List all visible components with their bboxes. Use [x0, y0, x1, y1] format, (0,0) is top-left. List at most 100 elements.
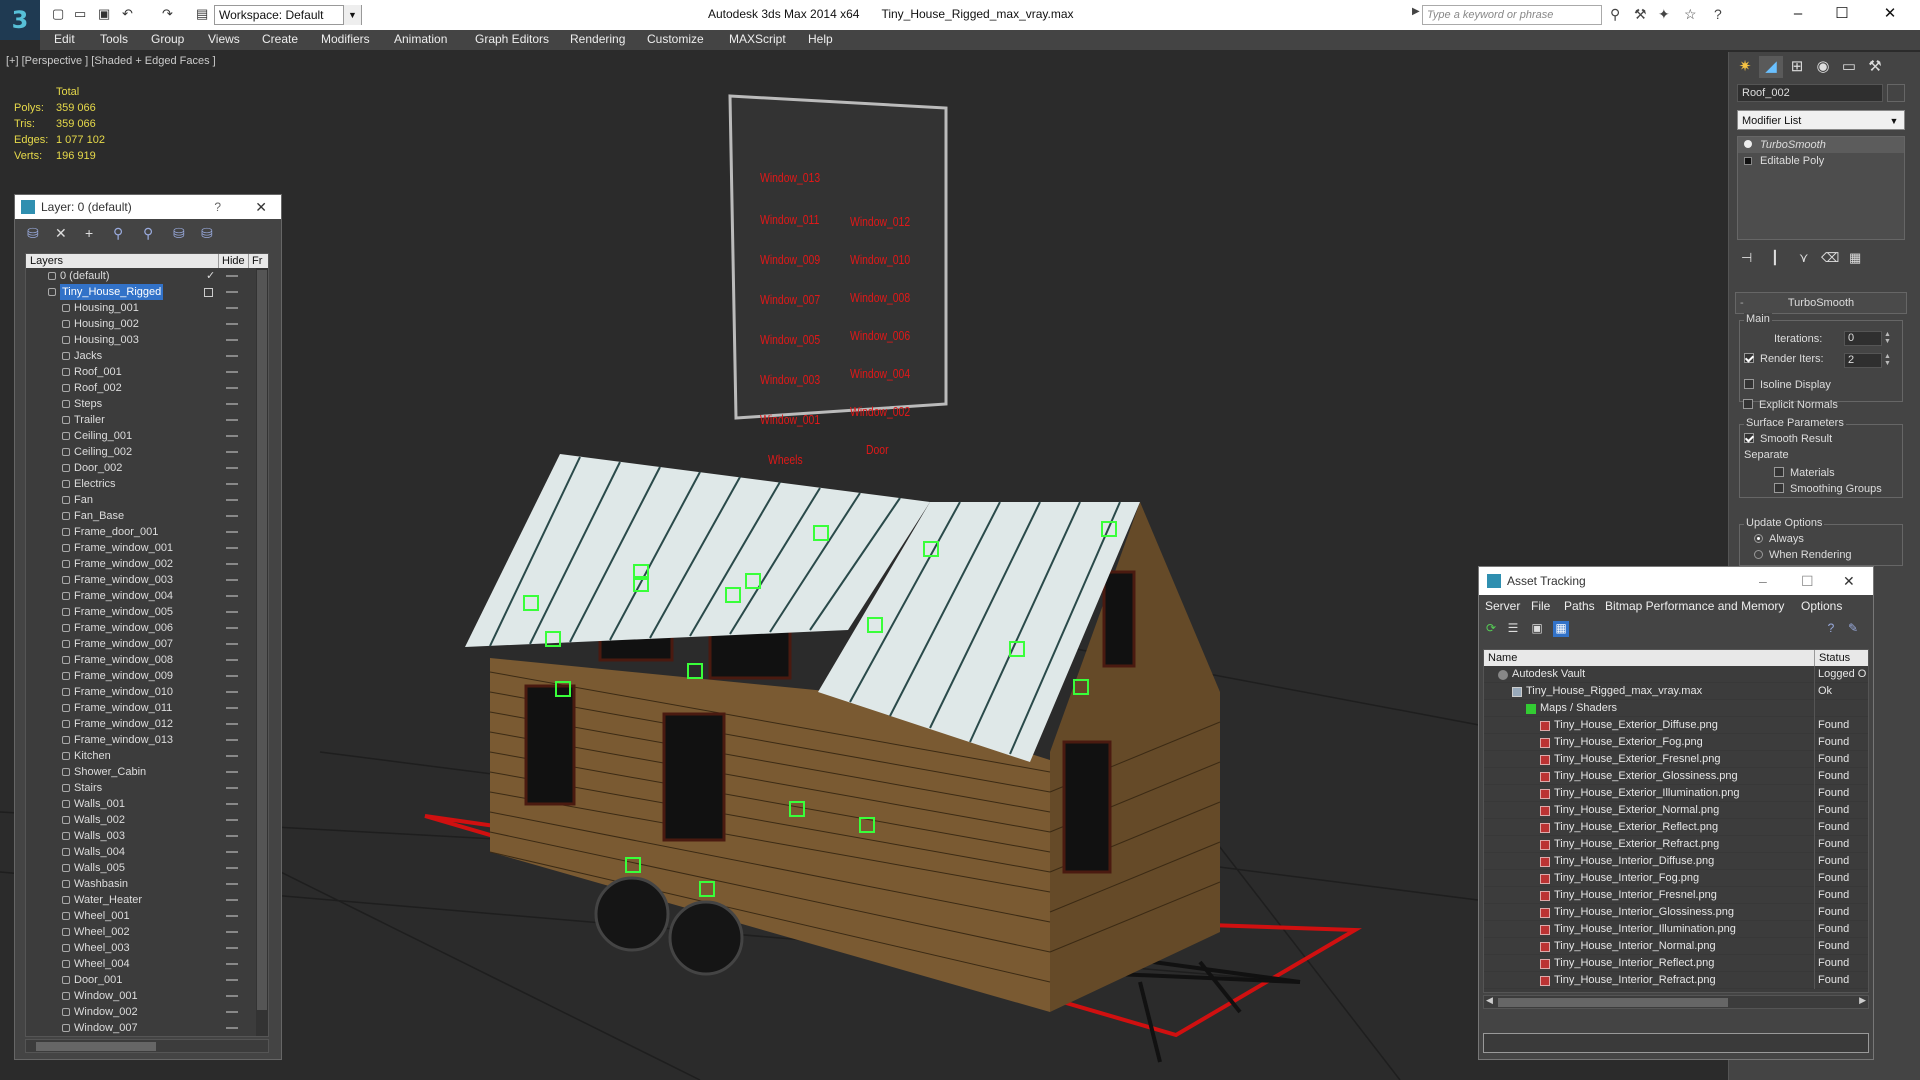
search-input[interactable]: Type a keyword or phrase: [1422, 5, 1602, 25]
layer-row[interactable]: Frame_window_001: [26, 540, 268, 556]
add-to-layer-icon[interactable]: +: [85, 225, 93, 241]
maximize-button[interactable]: ☐: [1822, 3, 1862, 25]
asset-row-map[interactable]: Tiny_House_Interior_Diffuse.png Found: [1484, 853, 1868, 870]
object-color-swatch[interactable]: [1887, 84, 1905, 102]
configure-sets-icon[interactable]: ▦: [1849, 250, 1861, 266]
control-label[interactable]: Window_005: [760, 332, 820, 347]
control-label[interactable]: Window_003: [760, 372, 820, 387]
layer-row[interactable]: Frame_door_001: [26, 524, 268, 540]
control-label[interactable]: Window_011: [760, 212, 819, 227]
hide-toggle[interactable]: [226, 979, 238, 981]
render-iters-checkbox[interactable]: [1744, 353, 1754, 364]
hide-toggle[interactable]: [226, 947, 238, 949]
layer-row[interactable]: Walls_003: [26, 828, 268, 844]
asset-row-map[interactable]: Tiny_House_Exterior_Illumination.png Foun…: [1484, 785, 1868, 802]
layer-row[interactable]: Frame_window_007: [26, 636, 268, 652]
control-label[interactable]: Window_004: [850, 366, 910, 381]
layer-row[interactable]: Wheel_001: [26, 908, 268, 924]
hide-toggle[interactable]: [226, 771, 238, 773]
object-name-field[interactable]: Roof_002: [1737, 84, 1883, 102]
layer-row[interactable]: Wheel_002: [26, 924, 268, 940]
settings-icon[interactable]: ✎: [1845, 621, 1861, 637]
lightbulb-icon[interactable]: [1744, 140, 1752, 148]
spinner-arrows-icon[interactable]: ▲ ▼: [1884, 331, 1891, 345]
layer-row[interactable]: Housing_003: [26, 332, 268, 348]
asset-row-map[interactable]: Tiny_House_Exterior_Fog.png Found: [1484, 734, 1868, 751]
menu-help[interactable]: Help: [808, 32, 833, 46]
remove-modifier-icon[interactable]: ⌫: [1821, 250, 1839, 266]
hide-toggle[interactable]: [226, 675, 238, 677]
control-label[interactable]: Window_009: [760, 252, 820, 267]
communication-icon[interactable]: ✦: [1658, 6, 1670, 23]
control-label[interactable]: Window_010: [850, 252, 910, 267]
app-logo-icon[interactable]: 3: [0, 0, 40, 40]
layer-row[interactable]: Frame_window_002: [26, 556, 268, 572]
hide-toggle[interactable]: [226, 1027, 238, 1029]
hide-toggle[interactable]: [226, 1011, 238, 1013]
hide-toggle[interactable]: [226, 899, 238, 901]
layer-list[interactable]: Layers Hide Fr 0 (default) ✓ Tiny_House_Ri…: [25, 253, 269, 1037]
asset-row-map[interactable]: Tiny_House_Interior_Illumination.png Foun…: [1484, 921, 1868, 938]
explicit-normals-checkbox[interactable]: [1743, 399, 1753, 410]
layer-row[interactable]: Stairs: [26, 780, 268, 796]
layer-row[interactable]: Fan_Base: [26, 508, 268, 524]
smooth-result-row[interactable]: Smooth Result: [1744, 433, 1832, 445]
hide-toggle[interactable]: [226, 435, 238, 437]
hide-toggle[interactable]: [226, 579, 238, 581]
hide-toggle[interactable]: [226, 659, 238, 661]
asset-tracking-titlebar[interactable]: Asset Tracking – ☐ ✕: [1479, 567, 1873, 595]
hide-toggle[interactable]: [226, 499, 238, 501]
asset-horizontal-scrollbar[interactable]: ◀ ▶: [1483, 995, 1869, 1009]
current-layer-icon[interactable]: [204, 288, 213, 297]
make-unique-icon[interactable]: ⋎: [1799, 250, 1809, 266]
asset-row-map[interactable]: Tiny_House_Interior_Fog.png Found: [1484, 870, 1868, 887]
hide-toggle[interactable]: [226, 371, 238, 373]
create-tab-icon[interactable]: ✷: [1733, 56, 1757, 78]
modifier-list-dropdown[interactable]: Modifier List ▼: [1737, 110, 1905, 130]
layer-row[interactable]: Trailer: [26, 412, 268, 428]
iterations-spinner[interactable]: 0: [1844, 331, 1882, 346]
scroll-right-icon[interactable]: ▶: [1859, 995, 1866, 1006]
hide-toggle[interactable]: [226, 643, 238, 645]
asset-close-button[interactable]: ✕: [1843, 567, 1855, 595]
always-radio[interactable]: [1754, 533, 1763, 543]
help-icon[interactable]: ?: [1823, 621, 1839, 637]
hide-toggle[interactable]: [226, 723, 238, 725]
layer-row[interactable]: Frame_window_012: [26, 716, 268, 732]
menu-maxscript[interactable]: MAXScript: [729, 32, 786, 46]
menu-customize[interactable]: Customize: [647, 32, 704, 46]
layer-row[interactable]: Frame_window_011: [26, 700, 268, 716]
layer-row[interactable]: Steps: [26, 396, 268, 412]
layer-row[interactable]: Window_007: [26, 1020, 268, 1036]
show-end-result-icon[interactable]: ┃: [1771, 250, 1779, 266]
asset-row-map[interactable]: Tiny_House_Interior_Normal.png Found: [1484, 938, 1868, 955]
layer-row[interactable]: Walls_004: [26, 844, 268, 860]
layer-row[interactable]: Door_001: [26, 972, 268, 988]
freeze-all-icon[interactable]: ⛁: [201, 225, 213, 242]
hide-toggle[interactable]: [226, 627, 238, 629]
layer-row[interactable]: Frame_window_013: [26, 732, 268, 748]
modifier-stack[interactable]: TurboSmooth Editable Poly: [1737, 136, 1905, 240]
hide-toggle[interactable]: [226, 547, 238, 549]
always-row[interactable]: Always: [1754, 533, 1804, 545]
hide-toggle[interactable]: [226, 851, 238, 853]
materials-row[interactable]: Materials: [1774, 467, 1835, 479]
layer-row[interactable]: Frame_window_003: [26, 572, 268, 588]
hide-toggle[interactable]: [226, 611, 238, 613]
layer-row[interactable]: Wheel_003: [26, 940, 268, 956]
freeze-column-header[interactable]: Fr: [248, 254, 262, 268]
layer-row[interactable]: Shower_Cabin: [26, 764, 268, 780]
layer-horizontal-scrollbar[interactable]: [25, 1039, 269, 1053]
delete-layer-icon[interactable]: ✕: [55, 225, 67, 242]
explicit-normals-row[interactable]: Explicit Normals: [1743, 399, 1838, 411]
layer-close-button[interactable]: ✕: [255, 195, 267, 219]
table-view-icon[interactable]: ▦: [1553, 621, 1569, 637]
control-label[interactable]: Window_002: [850, 404, 910, 419]
when-rendering-radio[interactable]: [1754, 549, 1763, 559]
layer-row[interactable]: Roof_002: [26, 380, 268, 396]
layer-row[interactable]: Housing_001: [26, 300, 268, 316]
hide-toggle[interactable]: [226, 963, 238, 965]
hide-toggle[interactable]: [226, 803, 238, 805]
minimize-button[interactable]: –: [1778, 3, 1818, 25]
hide-toggle[interactable]: [226, 339, 238, 341]
